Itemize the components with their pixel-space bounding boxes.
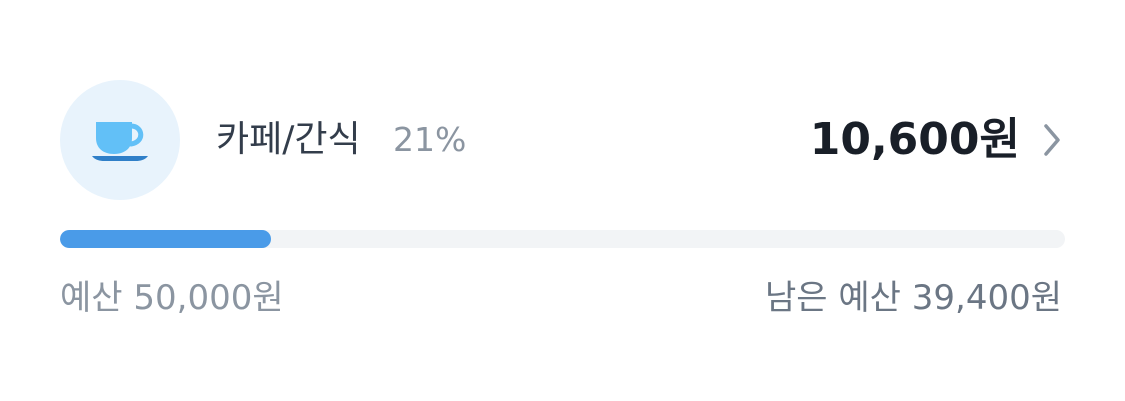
category-percent: 21% [393, 120, 467, 159]
coffee-cup-icon [92, 122, 148, 161]
budget-progress-track [60, 230, 1065, 248]
chevron-right-icon[interactable] [1036, 120, 1066, 160]
category-budget-card[interactable]: 카페/간식 21% 10,600원 예산 50,000원 남은 예산 39,40… [0, 0, 1125, 401]
budget-remaining: 남은 예산 39,400원 [765, 278, 1062, 318]
category-name: 카페/간식 [216, 119, 361, 160]
budget-total: 예산 50,000원 [60, 278, 284, 318]
category-icon-badge [60, 80, 180, 200]
budget-progress-fill [60, 230, 272, 248]
spent-amount: 10,600원 [809, 114, 1020, 165]
